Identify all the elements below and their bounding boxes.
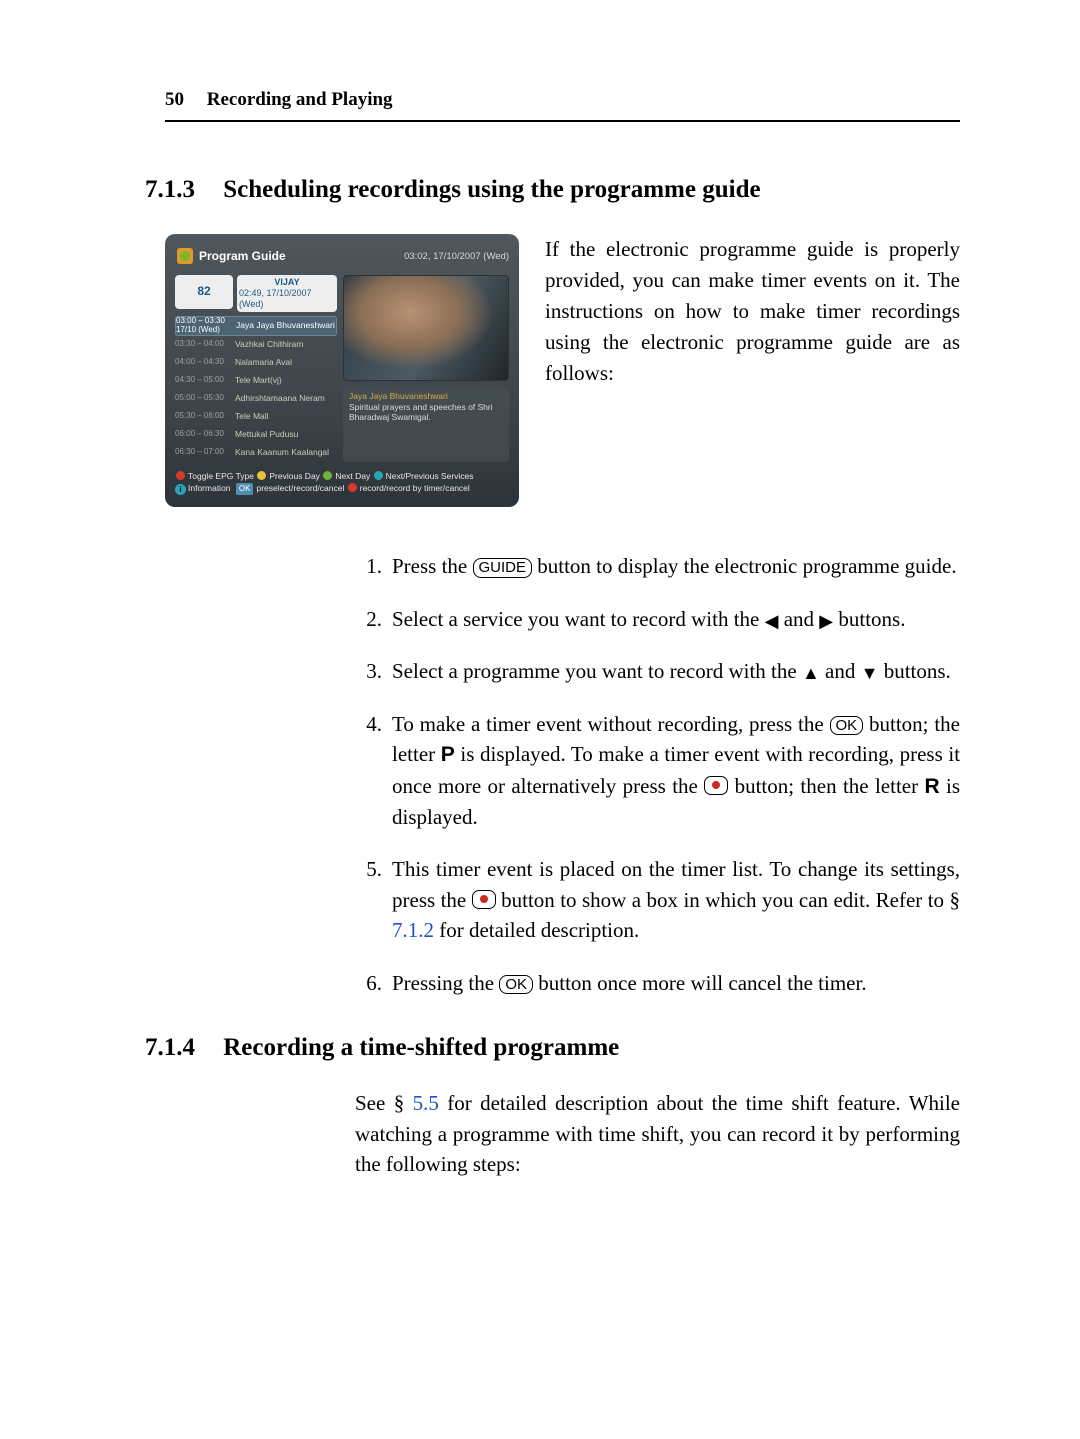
guide-key-icon: GUIDE — [473, 558, 533, 577]
section-heading-714: 7.1.4 Recording a time-shifted programme — [145, 1030, 960, 1066]
letter-p: P — [441, 743, 455, 766]
epg-info-box: Jaya Jaya Bhuvaneshwari Spiritual prayer… — [343, 387, 509, 461]
red-dot-icon — [176, 471, 185, 480]
header-rule — [165, 120, 960, 122]
up-arrow-icon: ▲ — [802, 663, 820, 683]
epg-right-column: Jaya Jaya Bhuvaneshwari Spiritual prayer… — [343, 275, 509, 461]
left-arrow-icon: ◀ — [765, 611, 779, 631]
steps-block: 1. Press the GUIDE button to display the… — [354, 551, 960, 998]
epg-channel-number: 82 — [175, 275, 233, 309]
epg-channel-name: VIJAY — [274, 277, 299, 288]
page: 50 Recording and Playing 7.1.3 Schedulin… — [0, 0, 1080, 1439]
epg-hint-rows: Toggle EPG Type Previous Day Next Day Ne… — [175, 470, 509, 496]
epg-info-title: Jaya Jaya Bhuvaneshwari — [349, 391, 503, 402]
step-2: 2. Select a service you want to record w… — [354, 604, 960, 634]
chapter-title: Recording and Playing — [207, 89, 393, 110]
step-4: 4. To make a timer event without recordi… — [354, 709, 960, 833]
section-heading-713: 7.1.3 Scheduling recordings using the pr… — [145, 172, 960, 208]
epg-row: 03:30 – 04:00 Vazhkai Chithiram — [175, 336, 337, 354]
epg-row-time: 05:30 – 06:00 — [175, 412, 231, 420]
ok-badge-icon: OK — [236, 483, 254, 495]
epg-hint-row-2: iInformation OKpreselect/record/cancel r… — [175, 482, 509, 495]
epg-row: 06:30 – 07:00 Kana Kaanum Kaalangal — [175, 444, 337, 462]
epg-logo-icon — [177, 248, 193, 264]
epg-row-prog: Tele Mall — [235, 410, 337, 422]
epg-screenshot: Program Guide 03:02, 17/10/2007 (Wed) 82… — [165, 234, 519, 508]
epg-row-prog: Adhirshtamaana Neram — [235, 392, 337, 404]
epg-row-time: 04:30 – 05:00 — [175, 376, 231, 384]
epg-row: 06:00 – 06:30 Mettukal Pudusu — [175, 426, 337, 444]
xref-55[interactable]: 5.5 — [413, 1091, 439, 1115]
epg-row-time: 04:00 – 04:30 — [175, 358, 231, 366]
epg-row-time: 06:00 – 06:30 — [175, 430, 231, 438]
section-title: Recording a time-shifted programme — [223, 1034, 619, 1061]
epg-row-prog: Kana Kaanum Kaalangal — [235, 446, 337, 458]
epg-row: 05:00 – 05:30 Adhirshtamaana Neram — [175, 390, 337, 408]
running-header: 50 Recording and Playing — [165, 86, 960, 114]
epg-row-prog: Mettukal Pudusu — [235, 428, 337, 440]
letter-r: R — [924, 775, 939, 798]
record-button-icon-2 — [472, 890, 496, 909]
epg-row-prog: Jaya Jaya Bhuvaneshwari — [236, 319, 336, 331]
epg-list-column: 82 VIJAY 02:49, 17/10/2007 (Wed) 03:00 –… — [175, 275, 337, 461]
epg-row-prog: Vazhkai Chithiram — [235, 338, 337, 350]
epg-row-time: 03:00 – 03:30 17/10 (Wed) — [176, 317, 232, 334]
section-number: 7.1.3 — [145, 176, 195, 203]
epg-rows: 03:00 – 03:30 17/10 (Wed) Jaya Jaya Bhuva… — [175, 316, 337, 462]
step-5: 5. This timer event is placed on the tim… — [354, 854, 960, 945]
epg-info-desc: Spiritual prayers and speeches of Shri B… — [349, 402, 503, 423]
epg-row: 05:30 – 06:00 Tele Mall — [175, 408, 337, 426]
steps-list: 1. Press the GUIDE button to display the… — [354, 551, 960, 998]
ok-key-icon: OK — [830, 716, 864, 735]
green-dot-icon — [323, 471, 332, 480]
down-arrow-icon: ▼ — [861, 663, 879, 683]
step-3: 3. Select a programme you want to record… — [354, 656, 960, 686]
section-number: 7.1.4 — [145, 1034, 195, 1061]
ok-key-icon-2: OK — [499, 975, 533, 994]
epg-hint-row-1: Toggle EPG Type Previous Day Next Day Ne… — [175, 470, 509, 483]
epg-channel-header: 82 VIJAY 02:49, 17/10/2007 (Wed) — [175, 275, 337, 311]
record-button-icon — [704, 776, 728, 795]
epg-row-prog: Nalamaria Aval — [235, 356, 337, 368]
epg-channel-info: VIJAY 02:49, 17/10/2007 (Wed) — [237, 275, 337, 311]
right-arrow-icon: ▶ — [819, 611, 833, 631]
epg-channel-time: 02:49, 17/10/2007 (Wed) — [239, 288, 335, 310]
figure-column: Program Guide 03:02, 17/10/2007 (Wed) 82… — [165, 234, 519, 508]
epg-row-prog: Tele Mart(vj) — [235, 374, 337, 386]
epg-row-time: 06:30 – 07:00 — [175, 448, 231, 456]
red-dot-icon-2 — [348, 483, 357, 492]
step-1: 1. Press the GUIDE button to display the… — [354, 551, 960, 581]
info-icon: i — [175, 484, 186, 495]
section-title: Scheduling recordings using the programm… — [223, 176, 760, 203]
step-6: 6. Pressing the OK button once more will… — [354, 968, 960, 998]
page-number: 50 — [165, 89, 184, 110]
epg-title: Program Guide — [199, 248, 286, 265]
yellow-dot-icon — [257, 471, 266, 480]
epg-preview-image — [343, 275, 509, 381]
epg-row: 04:00 – 04:30 Nalamaria Aval — [175, 354, 337, 372]
epg-clock: 03:02, 17/10/2007 (Wed) — [404, 250, 509, 264]
intro-text: If the electronic programme guide is pro… — [545, 234, 960, 508]
cyan-dot-icon — [374, 471, 383, 480]
xref-712[interactable]: 7.1.2 — [392, 918, 434, 942]
epg-row-time: 05:00 – 05:30 — [175, 394, 231, 402]
epg-row: 04:30 – 05:00 Tele Mart(vj) — [175, 372, 337, 390]
figure-and-intro-row: Program Guide 03:02, 17/10/2007 (Wed) 82… — [165, 234, 960, 508]
epg-body: 82 VIJAY 02:49, 17/10/2007 (Wed) 03:00 –… — [175, 275, 509, 461]
section-714-para: See § 5.5 for detailed description about… — [355, 1088, 960, 1179]
epg-title-row: Program Guide 03:02, 17/10/2007 (Wed) — [177, 248, 509, 265]
epg-row: 03:00 – 03:30 17/10 (Wed) Jaya Jaya Bhuva… — [175, 316, 337, 336]
epg-row-time: 03:30 – 04:00 — [175, 340, 231, 348]
